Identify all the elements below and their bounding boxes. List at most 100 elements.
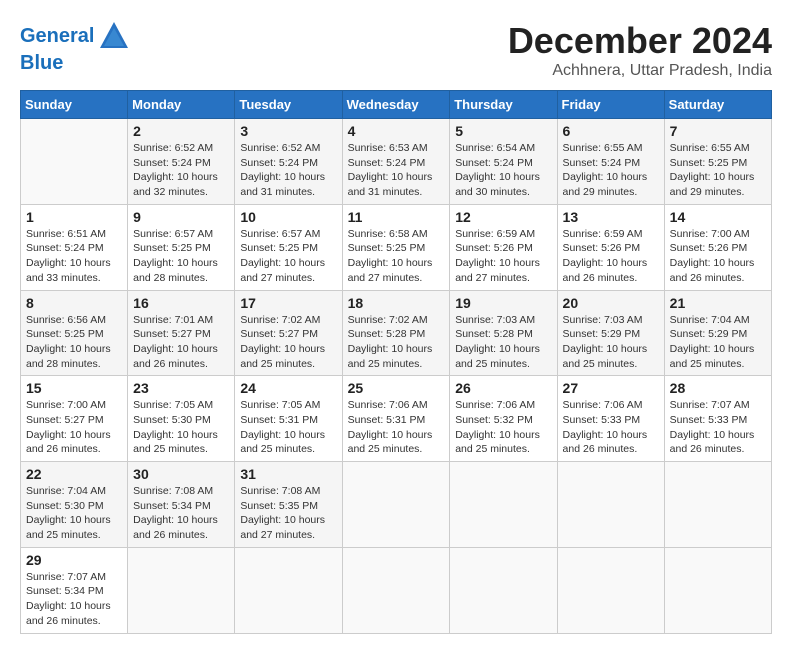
calendar-cell: 25Sunrise: 7:06 AM Sunset: 5:31 PM Dayli…: [342, 376, 450, 462]
day-number: 20: [563, 295, 659, 311]
day-number: 9: [133, 209, 229, 225]
calendar-table: SundayMondayTuesdayWednesdayThursdayFrid…: [20, 90, 772, 634]
day-number: 30: [133, 466, 229, 482]
day-number: 5: [455, 123, 551, 139]
header-wednesday: Wednesday: [342, 91, 450, 119]
calendar-cell: 23 Sunrise: 7:05 AM Sunset: 5:30 PM Dayli…: [128, 376, 235, 462]
day-number: 12: [455, 209, 551, 225]
day-number: 28: [670, 380, 766, 396]
day-number: 16: [133, 295, 229, 311]
calendar-cell: 14 Sunrise: 7:00 AM Sunset: 5:26 PM Dayli…: [664, 204, 771, 290]
day-info: Sunrise: 6:52 AM Sunset: 5:24 PM Dayligh…: [240, 141, 336, 200]
day-info: Sunrise: 7:00 AM Sunset: 5:26 PM Dayligh…: [670, 227, 766, 286]
logo-text-blue: Blue: [20, 52, 130, 74]
calendar-cell: [21, 119, 128, 205]
calendar-cell: 8 Sunrise: 6:56 AM Sunset: 5:25 PM Daylig…: [21, 290, 128, 376]
header-thursday: Thursday: [450, 91, 557, 119]
calendar-cell: 15 Sunrise: 7:00 AM Sunset: 5:27 PM Dayli…: [21, 376, 128, 462]
day-info: Sunrise: 7:02 AM Sunset: 5:27 PM Dayligh…: [240, 313, 336, 372]
day-info: Sunrise: 6:53 AM Sunset: 5:24 PM Dayligh…: [348, 141, 445, 200]
calendar-week-row: 22 Sunrise: 7:04 AM Sunset: 5:30 PM Dayli…: [21, 462, 772, 548]
day-info: Sunrise: 7:01 AM Sunset: 5:27 PM Dayligh…: [133, 313, 229, 372]
day-number: 3: [240, 123, 336, 139]
header-sunday: Sunday: [21, 91, 128, 119]
header-friday: Friday: [557, 91, 664, 119]
day-info: Sunrise: 6:56 AM Sunset: 5:25 PM Dayligh…: [26, 313, 122, 372]
day-info: Sunrise: 7:03 AM Sunset: 5:28 PM Dayligh…: [455, 313, 551, 372]
calendar-week-row: 15 Sunrise: 7:00 AM Sunset: 5:27 PM Dayli…: [21, 376, 772, 462]
day-info: Sunrise: 6:57 AM Sunset: 5:25 PM Dayligh…: [240, 227, 336, 286]
day-number: 19: [455, 295, 551, 311]
calendar-cell: 17 Sunrise: 7:02 AM Sunset: 5:27 PM Dayli…: [235, 290, 342, 376]
calendar-cell: 29Sunrise: 7:07 AM Sunset: 5:34 PM Dayli…: [21, 547, 128, 633]
calendar-cell: [342, 547, 450, 633]
calendar-cell: 13 Sunrise: 6:59 AM Sunset: 5:26 PM Dayli…: [557, 204, 664, 290]
day-number: 17: [240, 295, 336, 311]
calendar-cell: [557, 547, 664, 633]
calendar-cell: 9Sunrise: 6:57 AM Sunset: 5:25 PM Daylig…: [128, 204, 235, 290]
day-info: Sunrise: 7:04 AM Sunset: 5:30 PM Dayligh…: [26, 484, 122, 543]
day-number: 14: [670, 209, 766, 225]
header-tuesday: Tuesday: [235, 91, 342, 119]
day-info: Sunrise: 7:03 AM Sunset: 5:29 PM Dayligh…: [563, 313, 659, 372]
day-number: 18: [348, 295, 445, 311]
day-number: 23: [133, 380, 229, 396]
day-info: Sunrise: 6:58 AM Sunset: 5:25 PM Dayligh…: [348, 227, 445, 286]
day-number: 22: [26, 466, 122, 482]
day-number: 21: [670, 295, 766, 311]
calendar-cell: [557, 462, 664, 548]
calendar-cell: [128, 547, 235, 633]
day-number: 10: [240, 209, 336, 225]
logo-text-general: General: [20, 25, 94, 47]
calendar-body: 2 Sunrise: 6:52 AM Sunset: 5:24 PM Daylig…: [21, 119, 772, 634]
day-info: Sunrise: 7:08 AM Sunset: 5:35 PM Dayligh…: [240, 484, 336, 543]
calendar-cell: 16 Sunrise: 7:01 AM Sunset: 5:27 PM Dayli…: [128, 290, 235, 376]
day-info: Sunrise: 7:04 AM Sunset: 5:29 PM Dayligh…: [670, 313, 766, 372]
day-number: 31: [240, 466, 336, 482]
day-info: Sunrise: 6:59 AM Sunset: 5:26 PM Dayligh…: [563, 227, 659, 286]
calendar-cell: 27Sunrise: 7:06 AM Sunset: 5:33 PM Dayli…: [557, 376, 664, 462]
calendar-cell: [664, 462, 771, 548]
calendar-week-row: 1Sunrise: 6:51 AM Sunset: 5:24 PM Daylig…: [21, 204, 772, 290]
calendar-cell: 4 Sunrise: 6:53 AM Sunset: 5:24 PM Daylig…: [342, 119, 450, 205]
calendar-cell: [450, 547, 557, 633]
day-info: Sunrise: 7:02 AM Sunset: 5:28 PM Dayligh…: [348, 313, 445, 372]
logo-icon: [98, 20, 130, 52]
day-info: Sunrise: 6:55 AM Sunset: 5:25 PM Dayligh…: [670, 141, 766, 200]
day-number: 4: [348, 123, 445, 139]
day-info: Sunrise: 7:06 AM Sunset: 5:31 PM Dayligh…: [348, 398, 445, 457]
calendar-cell: 30Sunrise: 7:08 AM Sunset: 5:34 PM Dayli…: [128, 462, 235, 548]
day-number: 7: [670, 123, 766, 139]
day-info: Sunrise: 7:06 AM Sunset: 5:33 PM Dayligh…: [563, 398, 659, 457]
title-area: December 2024 Achhnera, Uttar Pradesh, I…: [508, 20, 772, 80]
calendar-cell: 19 Sunrise: 7:03 AM Sunset: 5:28 PM Dayli…: [450, 290, 557, 376]
day-info: Sunrise: 6:51 AM Sunset: 5:24 PM Dayligh…: [26, 227, 122, 286]
calendar-cell: 3 Sunrise: 6:52 AM Sunset: 5:24 PM Daylig…: [235, 119, 342, 205]
day-info: Sunrise: 6:54 AM Sunset: 5:24 PM Dayligh…: [455, 141, 551, 200]
calendar-cell: 5 Sunrise: 6:54 AM Sunset: 5:24 PM Daylig…: [450, 119, 557, 205]
day-info: Sunrise: 7:07 AM Sunset: 5:33 PM Dayligh…: [670, 398, 766, 457]
day-number: 26: [455, 380, 551, 396]
day-number: 2: [133, 123, 229, 139]
calendar-cell: 11Sunrise: 6:58 AM Sunset: 5:25 PM Dayli…: [342, 204, 450, 290]
day-info: Sunrise: 7:05 AM Sunset: 5:30 PM Dayligh…: [133, 398, 229, 457]
month-title: December 2024: [508, 20, 772, 62]
calendar-cell: 26Sunrise: 7:06 AM Sunset: 5:32 PM Dayli…: [450, 376, 557, 462]
calendar-week-row: 29Sunrise: 7:07 AM Sunset: 5:34 PM Dayli…: [21, 547, 772, 633]
day-info: Sunrise: 7:00 AM Sunset: 5:27 PM Dayligh…: [26, 398, 122, 457]
location-subtitle: Achhnera, Uttar Pradesh, India: [508, 62, 772, 80]
page-header: General Blue December 2024 Achhnera, Utt…: [20, 20, 772, 80]
calendar-cell: 6Sunrise: 6:55 AM Sunset: 5:24 PM Daylig…: [557, 119, 664, 205]
day-number: 15: [26, 380, 122, 396]
calendar-header-row: SundayMondayTuesdayWednesdayThursdayFrid…: [21, 91, 772, 119]
calendar-cell: 2Sunrise: 6:52 AM Sunset: 5:24 PM Daylig…: [128, 119, 235, 205]
day-info: Sunrise: 7:05 AM Sunset: 5:31 PM Dayligh…: [240, 398, 336, 457]
day-number: 8: [26, 295, 122, 311]
day-number: 29: [26, 552, 122, 568]
day-number: 13: [563, 209, 659, 225]
header-monday: Monday: [128, 91, 235, 119]
calendar-cell: 18 Sunrise: 7:02 AM Sunset: 5:28 PM Dayli…: [342, 290, 450, 376]
day-number: 24: [240, 380, 336, 396]
calendar-cell: [450, 462, 557, 548]
calendar-cell: 7 Sunrise: 6:55 AM Sunset: 5:25 PM Daylig…: [664, 119, 771, 205]
